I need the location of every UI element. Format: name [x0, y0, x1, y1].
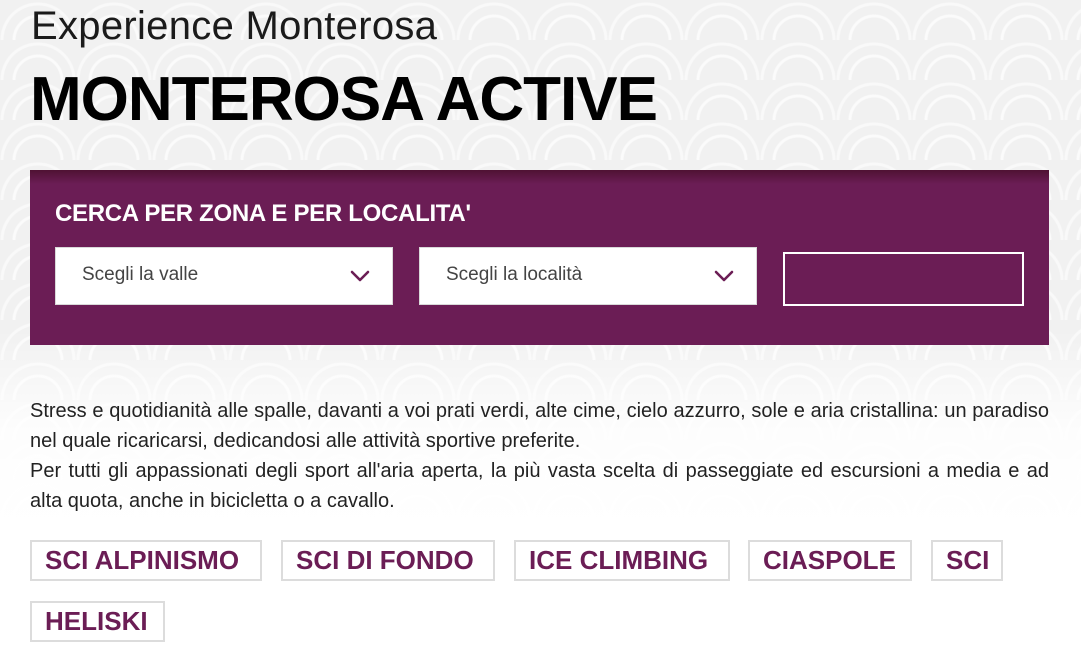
tag-ciaspole[interactable]: CIASPOLE	[748, 540, 912, 581]
chevron-down-icon	[350, 270, 370, 282]
tag-ice-climbing[interactable]: ICE CLIMBING	[514, 540, 730, 581]
tag-sci[interactable]: SCI	[931, 540, 1003, 581]
tag-sci-alpinismo[interactable]: SCI ALPINISMO	[30, 540, 262, 581]
tag-sci-di-fondo[interactable]: SCI DI FONDO	[281, 540, 495, 581]
intro-paragraph: Stress e quotidianità alle spalle, davan…	[30, 400, 1049, 452]
search-panel: CERCA PER ZONA E PER LOCALITA' Scegli la…	[30, 170, 1049, 345]
page-kicker: Experience Monterosa	[31, 4, 438, 48]
tag-heliski[interactable]: HELISKI	[30, 601, 165, 642]
chevron-down-icon	[714, 270, 734, 282]
intro-text: Stress e quotidianità alle spalle, davan…	[30, 396, 1049, 516]
location-select-label: Scegli la località	[446, 264, 583, 285]
valley-select-label: Scegli la valle	[82, 264, 199, 285]
page-title: MONTEROSA ACTIVE	[30, 65, 658, 134]
search-button[interactable]	[783, 252, 1024, 306]
location-select[interactable]: Scegli la località	[419, 247, 757, 305]
intro-paragraph: Per tutti gli appassionati degli sport a…	[30, 460, 1049, 512]
search-panel-title: CERCA PER ZONA E PER LOCALITA'	[55, 200, 471, 227]
valley-select[interactable]: Scegli la valle	[55, 247, 393, 305]
